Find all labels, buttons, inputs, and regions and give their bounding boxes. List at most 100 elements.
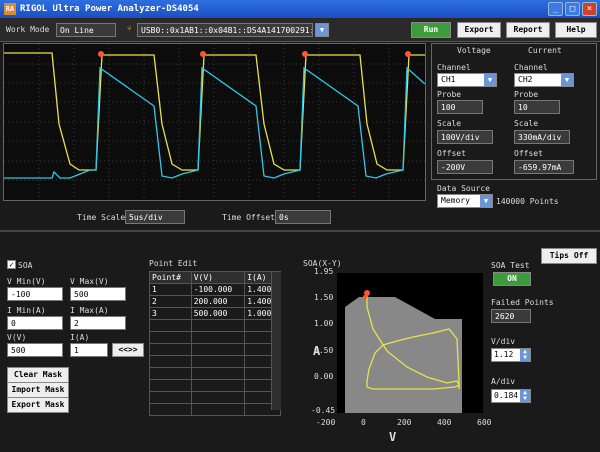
current-channel-value: CH2 <box>518 75 533 84</box>
chevron-down-icon: ▼ <box>484 74 496 86</box>
table-row <box>149 403 281 416</box>
table-row[interactable]: 3 500.000 1.000 <box>149 307 281 320</box>
adiv-spinner[interactable]: 0.184 ▲ ▼ <box>491 389 531 403</box>
vmax-field[interactable]: 500 <box>70 287 126 301</box>
cell[interactable]: 3 <box>149 307 192 320</box>
vmin-label: V Min(V) <box>7 277 46 286</box>
y-axis-label: A <box>313 344 321 358</box>
table-scrollbar[interactable] <box>271 272 281 410</box>
run-button[interactable]: Run <box>411 22 451 38</box>
add-point-button[interactable]: <<>> <box>112 343 144 357</box>
current-channel-select[interactable]: CH2 ▼ <box>514 73 574 87</box>
import-mask-button[interactable]: Import Mask <box>7 382 69 398</box>
current-offset-field[interactable]: -659.97mA <box>514 160 574 174</box>
close-icon[interactable]: × <box>582 2 597 16</box>
work-mode-field[interactable]: On Line <box>56 23 116 37</box>
data-source-value: Memory <box>441 196 470 205</box>
vmin-field[interactable]: -100 <box>7 287 63 301</box>
i-field[interactable]: 1 <box>70 343 108 357</box>
vdiv-spinner[interactable]: 1.12 ▲ ▼ <box>491 348 531 362</box>
imax-field[interactable]: 2 <box>70 316 126 330</box>
soa-checkbox[interactable]: ✓ <box>7 260 16 269</box>
minimize-icon[interactable]: _ <box>548 2 563 16</box>
current-offset-label: Offset <box>514 149 543 158</box>
current-scale-field[interactable]: 330mA/div <box>514 130 570 144</box>
voltage-channel-select[interactable]: CH1 ▼ <box>437 73 497 87</box>
work-mode-label: Work Mode <box>6 25 50 34</box>
voltage-offset-field[interactable]: -200V <box>437 160 493 174</box>
x-tick: 600 <box>477 418 492 427</box>
cell[interactable]: 200.000 <box>190 295 246 308</box>
soa-mask <box>345 297 462 413</box>
voltage-channel-label: Channel <box>437 63 471 72</box>
v-field[interactable]: 500 <box>7 343 63 357</box>
maximize-icon[interactable]: □ <box>565 2 580 16</box>
soa-plot-svg <box>345 290 462 413</box>
imax-label: I Max(A) <box>70 306 109 315</box>
imin-label: I Min(A) <box>7 306 46 315</box>
chevron-down-icon: ▼ <box>561 74 573 86</box>
data-source-select[interactable]: Memory ▼ <box>437 194 493 208</box>
table-row <box>149 319 281 332</box>
voltage-probe-label: Probe <box>437 90 462 99</box>
export-mask-button[interactable]: Export Mask <box>7 397 69 413</box>
export-button[interactable]: Export <box>457 22 501 38</box>
current-heading: Current <box>528 46 562 55</box>
spinner-arrows-icon[interactable]: ▲ ▼ <box>520 390 530 402</box>
spinner-arrows-icon[interactable]: ▲ ▼ <box>520 349 530 361</box>
chevron-down-icon: ▼ <box>480 195 492 207</box>
adiv-value: 0.184 <box>494 391 519 400</box>
point-edit-table[interactable]: Point# V(V) I(A) 1 -100.000 1.400 2 200.… <box>149 271 281 416</box>
channel-settings-group: Voltage Current Channel CH1 ▼ Probe 100 S… <box>431 43 597 180</box>
voltage-channel-value: CH1 <box>441 75 456 84</box>
tips-off-button[interactable]: Tips Off <box>541 248 597 264</box>
imin-field[interactable]: 0 <box>7 316 63 330</box>
chevron-down-icon: ▼ <box>316 24 328 36</box>
cell[interactable]: -100.000 <box>190 283 246 296</box>
data-source-points: 140000 Points <box>496 197 559 206</box>
help-button[interactable]: Help <box>555 22 597 38</box>
col-header-v: V(V) <box>190 271 246 284</box>
cell[interactable]: 1 <box>149 283 192 296</box>
voltage-scale-field[interactable]: 100V/div <box>437 130 493 144</box>
y-tick: 1.95 <box>314 267 334 276</box>
table-row[interactable]: 1 -100.000 1.400 <box>149 283 281 296</box>
table-row[interactable]: 2 200.000 1.400 <box>149 295 281 308</box>
current-probe-label: Probe <box>514 90 539 99</box>
time-scale-field[interactable]: 5us/div <box>125 210 185 224</box>
usb-icon: ⑂ <box>127 24 132 33</box>
clear-mask-button[interactable]: Clear Mask <box>7 367 69 383</box>
vdiv-label: V/div <box>491 337 516 346</box>
x-tick: -200 <box>316 418 336 427</box>
time-offset-label: Time Offset <box>222 213 275 222</box>
device-dropdown[interactable]: ▼ <box>315 23 329 37</box>
window-title: RIGOL Ultra Power Analyzer-DS4054 <box>20 4 199 14</box>
current-scale-label: Scale <box>514 119 539 128</box>
v-label: V(V) <box>7 333 27 342</box>
x-tick: 0 <box>361 418 366 427</box>
i-label: I(A) <box>70 333 90 342</box>
soa-test-on-button[interactable]: ON <box>493 272 531 286</box>
cell[interactable]: 500.000 <box>190 307 246 320</box>
app-logo-icon: RA <box>4 3 16 15</box>
device-field[interactable]: USB0::0x1AB1::0x04B1::DS4A141700291::INS… <box>137 23 313 37</box>
vmax-label: V Max(V) <box>70 277 109 286</box>
table-row <box>149 343 281 356</box>
y-tick: -0.45 <box>311 406 336 415</box>
voltage-probe-field[interactable]: 100 <box>437 100 483 114</box>
voltage-scale-label: Scale <box>437 119 462 128</box>
soa-plot[interactable] <box>337 273 483 413</box>
title-bar: RA RIGOL Ultra Power Analyzer-DS4054 _ □… <box>0 0 600 18</box>
divider <box>0 230 600 232</box>
cell[interactable]: 2 <box>149 295 192 308</box>
voltage-heading: Voltage <box>457 46 491 55</box>
report-button[interactable]: Report <box>506 22 550 38</box>
toolbar: Work Mode On Line ⑂ USB0::0x1AB1::0x04B1… <box>0 18 600 42</box>
y-tick: 1.00 <box>314 319 334 328</box>
vdiv-value: 1.12 <box>494 350 514 359</box>
time-offset-field[interactable]: 0s <box>275 210 331 224</box>
peak-markers <box>98 51 411 57</box>
waveform-display[interactable] <box>3 43 426 201</box>
waveform-svg <box>4 44 426 200</box>
current-probe-field[interactable]: 10 <box>514 100 560 114</box>
